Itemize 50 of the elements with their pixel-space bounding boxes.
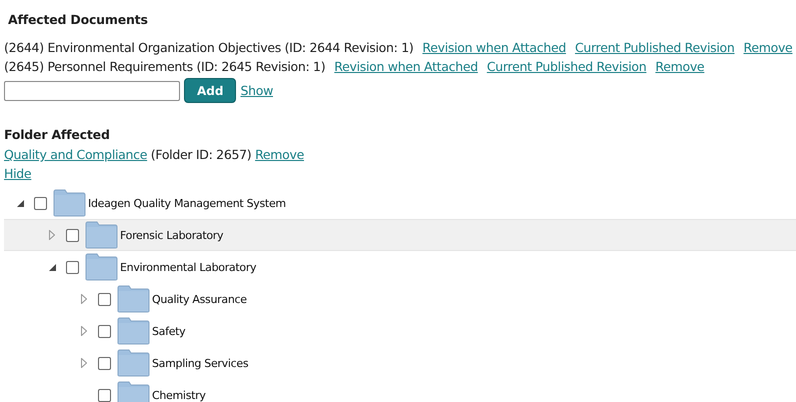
folder-icon xyxy=(117,317,150,345)
collapsed-arrow-icon[interactable] xyxy=(81,326,87,336)
document-link[interactable]: Current Published Revision xyxy=(486,59,646,74)
folder-label[interactable]: Chemistry xyxy=(152,388,206,402)
folder-icon xyxy=(85,221,118,249)
folder-icon xyxy=(117,285,150,313)
folder-icon xyxy=(85,253,118,281)
folder-icon xyxy=(117,381,150,402)
tree-row[interactable]: Environmental Laboratory xyxy=(4,251,796,283)
folder-label[interactable]: Ideagen Quality Management System xyxy=(88,196,286,210)
checkbox[interactable] xyxy=(98,388,111,402)
hide-link[interactable]: Hide xyxy=(4,166,32,181)
tree-row[interactable]: Forensic Laboratory xyxy=(4,219,796,251)
checkbox[interactable] xyxy=(66,260,79,274)
document-link[interactable]: Revision when Attached xyxy=(334,59,478,74)
folder-icon xyxy=(117,349,150,377)
show-link[interactable]: Show xyxy=(240,83,273,98)
document-title: (2645) Personnel Requirements (ID: 2645 Revision: 1) xyxy=(4,59,326,74)
tree-row[interactable]: Safety xyxy=(4,315,796,347)
add-button[interactable]: Add xyxy=(184,78,236,103)
folder-icon xyxy=(53,189,86,217)
tree-row[interactable]: Chemistry xyxy=(4,379,796,402)
checkbox[interactable] xyxy=(34,196,47,210)
folder-label[interactable]: Quality Assurance xyxy=(152,292,247,306)
checkbox[interactable] xyxy=(66,228,79,242)
remove-link[interactable]: Remove xyxy=(255,147,304,162)
expanded-arrow-icon[interactable] xyxy=(48,264,56,270)
folder-label[interactable]: Safety xyxy=(152,324,186,338)
document-link[interactable]: Current Published Revision xyxy=(574,40,735,55)
folder-id-text: (Folder ID: 2657) xyxy=(150,147,252,162)
document-link[interactable]: Remove xyxy=(655,59,704,74)
collapsed-arrow-icon[interactable] xyxy=(81,358,87,368)
section-heading: Folder Affected xyxy=(4,126,111,144)
tree-row[interactable]: Quality Assurance xyxy=(4,283,796,315)
collapsed-arrow-icon[interactable] xyxy=(81,294,87,304)
folder-label[interactable]: Environmental Laboratory xyxy=(120,260,256,274)
checkbox[interactable] xyxy=(98,292,111,306)
checkbox[interactable] xyxy=(98,356,111,370)
document-title: (2644) Environmental Organization Objectives (ID: 2644 Revision: 1) xyxy=(4,40,414,55)
checkbox[interactable] xyxy=(98,324,111,338)
expanded-arrow-icon[interactable] xyxy=(16,200,24,206)
tree-row[interactable]: Sampling Services xyxy=(4,347,796,379)
document-input-field[interactable] xyxy=(4,80,180,100)
folder-label[interactable]: Sampling Services xyxy=(152,356,248,370)
section-heading: Affected Documents xyxy=(8,11,149,29)
folder-link[interactable]: Quality and Compliance xyxy=(4,147,148,162)
document-link[interactable]: Remove xyxy=(744,40,792,55)
document-link[interactable]: Revision when Attached xyxy=(422,40,566,55)
folder-label[interactable]: Forensic Laboratory xyxy=(120,228,224,242)
tree-row[interactable]: Ideagen Quality Management System xyxy=(4,187,796,219)
